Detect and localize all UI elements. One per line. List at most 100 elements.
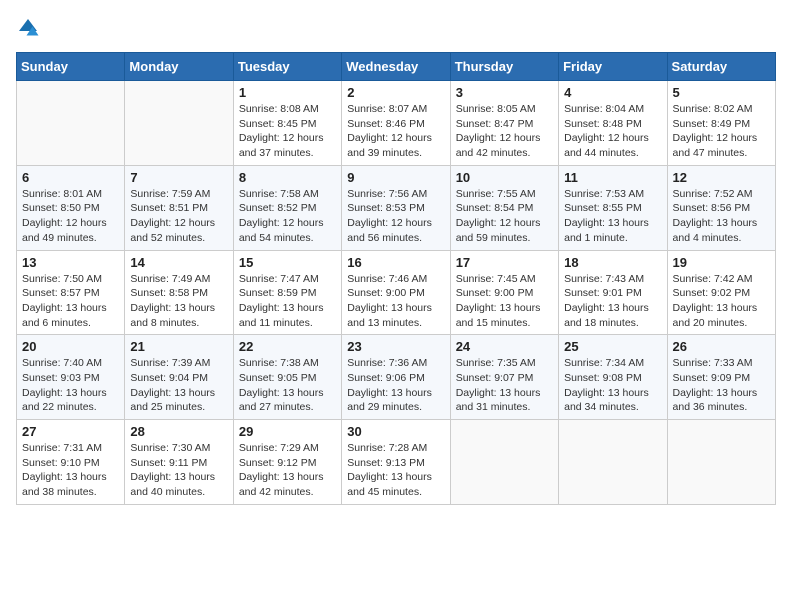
calendar-cell: 11Sunrise: 7:53 AM Sunset: 8:55 PM Dayli…	[559, 165, 667, 250]
day-detail: Sunrise: 7:43 AM Sunset: 9:01 PM Dayligh…	[564, 272, 661, 331]
day-detail: Sunrise: 7:29 AM Sunset: 9:12 PM Dayligh…	[239, 441, 336, 500]
calendar-header-thursday: Thursday	[450, 53, 558, 81]
day-detail: Sunrise: 7:49 AM Sunset: 8:58 PM Dayligh…	[130, 272, 227, 331]
day-detail: Sunrise: 7:46 AM Sunset: 9:00 PM Dayligh…	[347, 272, 444, 331]
calendar-header-saturday: Saturday	[667, 53, 775, 81]
calendar-cell: 7Sunrise: 7:59 AM Sunset: 8:51 PM Daylig…	[125, 165, 233, 250]
calendar-header-sunday: Sunday	[17, 53, 125, 81]
day-number: 21	[130, 339, 227, 354]
day-detail: Sunrise: 7:40 AM Sunset: 9:03 PM Dayligh…	[22, 356, 119, 415]
day-number: 10	[456, 170, 553, 185]
day-detail: Sunrise: 7:30 AM Sunset: 9:11 PM Dayligh…	[130, 441, 227, 500]
calendar-cell: 10Sunrise: 7:55 AM Sunset: 8:54 PM Dayli…	[450, 165, 558, 250]
calendar-cell: 8 Sunrise: 7:58 AM Sunset: 8:52 PM Daylig…	[233, 165, 341, 250]
calendar-cell: 6 Sunrise: 8:01 AM Sunset: 8:50 PM Daylig…	[17, 165, 125, 250]
calendar-header-friday: Friday	[559, 53, 667, 81]
calendar-cell: 15 Sunrise: 7:47 AM Sunset: 8:59 PM Dayli…	[233, 250, 341, 335]
logo	[16, 16, 44, 40]
day-number: 17	[456, 255, 553, 270]
calendar-cell: 19 Sunrise: 7:42 AM Sunset: 9:02 PM Dayli…	[667, 250, 775, 335]
day-detail: Sunrise: 8:04 AM Sunset: 8:48 PM Dayligh…	[564, 102, 661, 161]
calendar-cell	[17, 81, 125, 166]
day-detail: Sunrise: 7:52 AM Sunset: 8:56 PM Dayligh…	[673, 187, 770, 246]
day-detail: Sunrise: 8:02 AM Sunset: 8:49 PM Dayligh…	[673, 102, 770, 161]
calendar-cell: 9 Sunrise: 7:56 AM Sunset: 8:53 PM Daylig…	[342, 165, 450, 250]
calendar-cell: 2 Sunrise: 8:07 AM Sunset: 8:46 PM Daylig…	[342, 81, 450, 166]
day-number: 20	[22, 339, 119, 354]
calendar-header-wednesday: Wednesday	[342, 53, 450, 81]
calendar-cell: 13 Sunrise: 7:50 AM Sunset: 8:57 PM Dayli…	[17, 250, 125, 335]
day-number: 26	[673, 339, 770, 354]
calendar-cell: 24 Sunrise: 7:35 AM Sunset: 9:07 PM Dayli…	[450, 335, 558, 420]
header	[16, 16, 776, 40]
day-number: 18	[564, 255, 661, 270]
day-number: 8	[239, 170, 336, 185]
calendar-cell: 29 Sunrise: 7:29 AM Sunset: 9:12 PM Dayli…	[233, 420, 341, 505]
day-detail: Sunrise: 8:05 AM Sunset: 8:47 PM Dayligh…	[456, 102, 553, 161]
day-detail: Sunrise: 7:45 AM Sunset: 9:00 PM Dayligh…	[456, 272, 553, 331]
calendar-cell: 28 Sunrise: 7:30 AM Sunset: 9:11 PM Dayli…	[125, 420, 233, 505]
day-number: 28	[130, 424, 227, 439]
calendar-cell	[559, 420, 667, 505]
day-detail: Sunrise: 7:39 AM Sunset: 9:04 PM Dayligh…	[130, 356, 227, 415]
day-number: 6	[22, 170, 119, 185]
day-detail: Sunrise: 7:50 AM Sunset: 8:57 PM Dayligh…	[22, 272, 119, 331]
calendar-cell: 3 Sunrise: 8:05 AM Sunset: 8:47 PM Daylig…	[450, 81, 558, 166]
calendar-cell: 5 Sunrise: 8:02 AM Sunset: 8:49 PM Daylig…	[667, 81, 775, 166]
day-number: 5	[673, 85, 770, 100]
calendar-cell: 30Sunrise: 7:28 AM Sunset: 9:13 PM Dayli…	[342, 420, 450, 505]
day-detail: Sunrise: 7:34 AM Sunset: 9:08 PM Dayligh…	[564, 356, 661, 415]
logo-icon	[16, 16, 40, 40]
calendar-cell: 1 Sunrise: 8:08 AM Sunset: 8:45 PM Daylig…	[233, 81, 341, 166]
day-detail: Sunrise: 7:59 AM Sunset: 8:51 PM Dayligh…	[130, 187, 227, 246]
day-detail: Sunrise: 7:42 AM Sunset: 9:02 PM Dayligh…	[673, 272, 770, 331]
calendar-cell: 4Sunrise: 8:04 AM Sunset: 8:48 PM Daylig…	[559, 81, 667, 166]
calendar-cell	[450, 420, 558, 505]
day-number: 1	[239, 85, 336, 100]
calendar-cell: 12 Sunrise: 7:52 AM Sunset: 8:56 PM Dayli…	[667, 165, 775, 250]
calendar-week-row: 13 Sunrise: 7:50 AM Sunset: 8:57 PM Dayli…	[17, 250, 776, 335]
calendar-cell: 17 Sunrise: 7:45 AM Sunset: 9:00 PM Dayli…	[450, 250, 558, 335]
calendar-cell: 16 Sunrise: 7:46 AM Sunset: 9:00 PM Dayli…	[342, 250, 450, 335]
day-number: 3	[456, 85, 553, 100]
day-detail: Sunrise: 7:31 AM Sunset: 9:10 PM Dayligh…	[22, 441, 119, 500]
calendar-table: SundayMondayTuesdayWednesdayThursdayFrid…	[16, 52, 776, 505]
calendar-header-monday: Monday	[125, 53, 233, 81]
day-number: 13	[22, 255, 119, 270]
day-number: 11	[564, 170, 661, 185]
day-detail: Sunrise: 7:38 AM Sunset: 9:05 PM Dayligh…	[239, 356, 336, 415]
calendar-week-row: 27Sunrise: 7:31 AM Sunset: 9:10 PM Dayli…	[17, 420, 776, 505]
calendar-cell: 14Sunrise: 7:49 AM Sunset: 8:58 PM Dayli…	[125, 250, 233, 335]
calendar-cell: 18 Sunrise: 7:43 AM Sunset: 9:01 PM Dayli…	[559, 250, 667, 335]
day-detail: Sunrise: 7:58 AM Sunset: 8:52 PM Dayligh…	[239, 187, 336, 246]
day-detail: Sunrise: 7:35 AM Sunset: 9:07 PM Dayligh…	[456, 356, 553, 415]
day-detail: Sunrise: 7:47 AM Sunset: 8:59 PM Dayligh…	[239, 272, 336, 331]
day-detail: Sunrise: 7:28 AM Sunset: 9:13 PM Dayligh…	[347, 441, 444, 500]
calendar-header-row: SundayMondayTuesdayWednesdayThursdayFrid…	[17, 53, 776, 81]
day-number: 25	[564, 339, 661, 354]
day-number: 23	[347, 339, 444, 354]
day-detail: Sunrise: 8:01 AM Sunset: 8:50 PM Dayligh…	[22, 187, 119, 246]
day-number: 2	[347, 85, 444, 100]
day-number: 22	[239, 339, 336, 354]
day-number: 15	[239, 255, 336, 270]
calendar-cell: 23 Sunrise: 7:36 AM Sunset: 9:06 PM Dayli…	[342, 335, 450, 420]
day-number: 16	[347, 255, 444, 270]
day-detail: Sunrise: 8:07 AM Sunset: 8:46 PM Dayligh…	[347, 102, 444, 161]
calendar-cell	[667, 420, 775, 505]
day-detail: Sunrise: 7:56 AM Sunset: 8:53 PM Dayligh…	[347, 187, 444, 246]
calendar-cell: 20 Sunrise: 7:40 AM Sunset: 9:03 PM Dayli…	[17, 335, 125, 420]
day-number: 29	[239, 424, 336, 439]
day-detail: Sunrise: 7:36 AM Sunset: 9:06 PM Dayligh…	[347, 356, 444, 415]
calendar-cell: 21 Sunrise: 7:39 AM Sunset: 9:04 PM Dayli…	[125, 335, 233, 420]
day-detail: Sunrise: 7:33 AM Sunset: 9:09 PM Dayligh…	[673, 356, 770, 415]
calendar-cell: 22 Sunrise: 7:38 AM Sunset: 9:05 PM Dayli…	[233, 335, 341, 420]
calendar-week-row: 20 Sunrise: 7:40 AM Sunset: 9:03 PM Dayli…	[17, 335, 776, 420]
day-number: 19	[673, 255, 770, 270]
day-number: 9	[347, 170, 444, 185]
day-number: 24	[456, 339, 553, 354]
day-number: 12	[673, 170, 770, 185]
calendar-cell: 25 Sunrise: 7:34 AM Sunset: 9:08 PM Dayli…	[559, 335, 667, 420]
calendar-cell	[125, 81, 233, 166]
day-detail: Sunrise: 8:08 AM Sunset: 8:45 PM Dayligh…	[239, 102, 336, 161]
